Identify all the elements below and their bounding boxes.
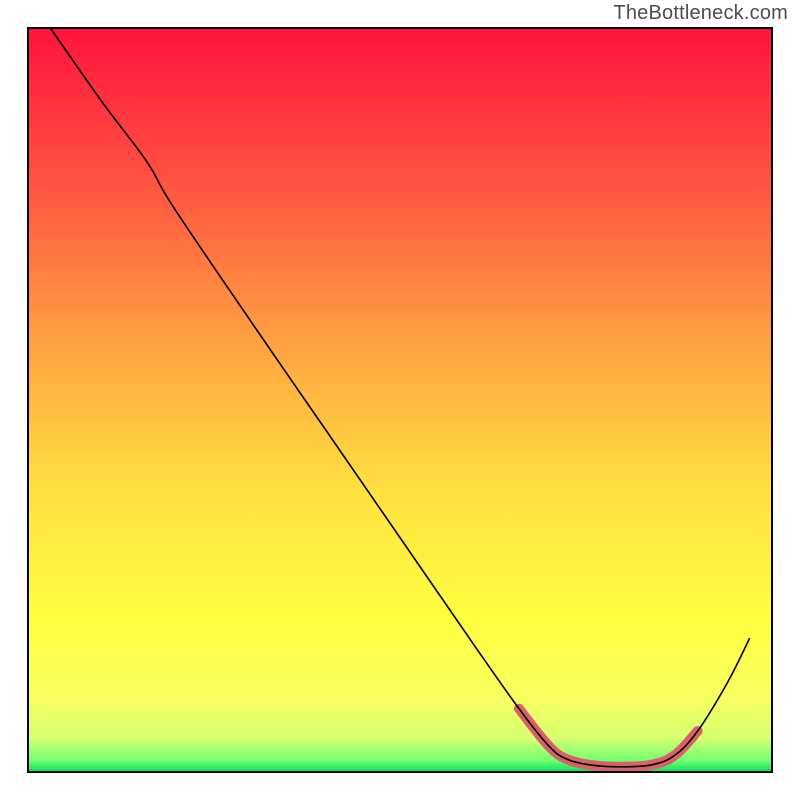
watermark-text: TheBottleneck.com bbox=[613, 2, 788, 25]
plot-background bbox=[28, 28, 772, 772]
chart-stage: TheBottleneck.com bbox=[0, 0, 800, 800]
chart-svg bbox=[0, 0, 800, 800]
